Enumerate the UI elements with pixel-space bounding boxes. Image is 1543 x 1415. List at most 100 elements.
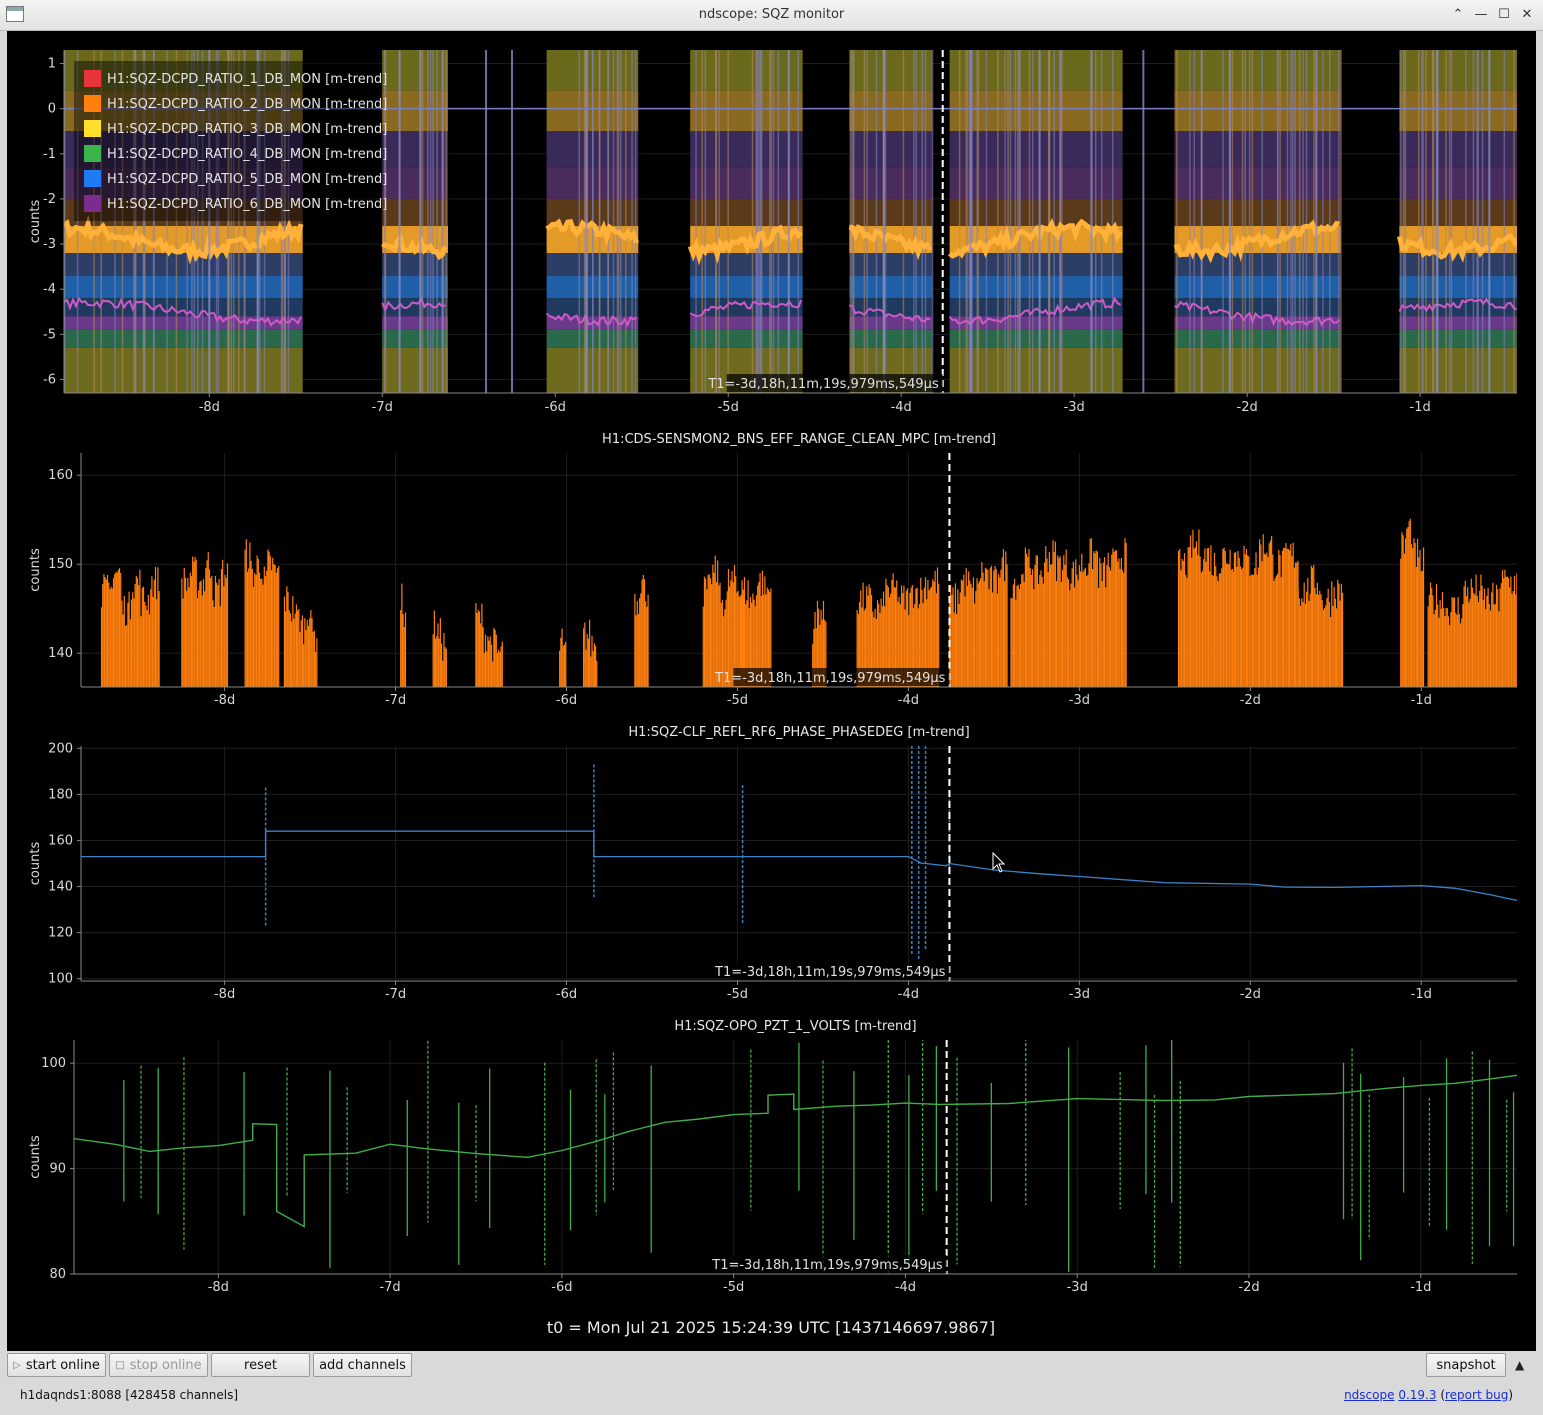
x-tick-label: -6d (545, 400, 566, 415)
data-strip (1031, 50, 1034, 393)
data-band (690, 167, 803, 199)
data-strip (701, 50, 703, 393)
close-icon[interactable]: ✕ (1517, 5, 1537, 25)
minimize-icon[interactable]: — (1471, 5, 1491, 25)
expand-panel-icon[interactable]: ▲ (1515, 1358, 1524, 1372)
data-band (690, 131, 803, 168)
x-tick-label: -2d (1238, 1280, 1259, 1295)
plot-panel-2: H1:CDS-SENSMON2_BNS_EFF_RANGE_CLEAN_MPC … (28, 432, 1517, 708)
y-tick-label: -4 (43, 282, 56, 297)
x-tick-label: -8d (199, 400, 220, 415)
x-tick-label: -6d (551, 1280, 572, 1295)
data-strip (1286, 50, 1289, 393)
data-strip (1340, 50, 1342, 393)
reset-label: reset (244, 1357, 277, 1373)
stop-icon: □ (115, 1359, 125, 1371)
data-strip (432, 50, 434, 393)
y-tick-label: 200 (48, 741, 73, 756)
data-band (64, 253, 303, 276)
x-tick-label: -3d (1067, 1280, 1088, 1295)
data-band (382, 167, 449, 199)
mouse-pointer-icon (992, 851, 1006, 873)
data-strip (913, 50, 915, 393)
data-band (382, 316, 449, 330)
start-online-button[interactable]: ▷ start online (7, 1353, 106, 1377)
x-tick-label: -5d (718, 400, 739, 415)
version-link[interactable]: 0.19.3 (1398, 1388, 1436, 1402)
series-line (74, 1074, 1517, 1228)
x-tick-label: -7d (379, 1280, 400, 1295)
data-strip (578, 50, 581, 393)
report-bug-link[interactable]: report bug (1445, 1388, 1508, 1402)
data-strip (1094, 50, 1097, 393)
data-strip (1302, 50, 1304, 393)
y-tick-label: 160 (48, 833, 73, 848)
data-strip (1422, 50, 1424, 393)
data-strip (1322, 50, 1324, 393)
data-band (64, 275, 303, 299)
data-strip (997, 50, 999, 393)
data-strip (875, 50, 878, 393)
data-strip (1007, 50, 1009, 393)
data-strip (1231, 50, 1234, 393)
data-strip (770, 50, 773, 393)
x-tick-label: -7d (385, 693, 406, 708)
data-strip (1019, 50, 1021, 393)
data-strip (1222, 50, 1224, 393)
snapshot-button[interactable]: snapshot (1426, 1353, 1506, 1377)
x-tick-label: -4d (898, 987, 919, 1002)
t0-label: t0 = Mon Jul 21 2025 15:24:39 UTC [14371… (547, 1318, 995, 1337)
data-band (382, 275, 449, 299)
y-tick-label: -6 (43, 372, 56, 387)
x-tick-label: -2d (1237, 400, 1258, 415)
data-strip (958, 50, 961, 393)
y-tick-label: 1 (48, 57, 56, 72)
data-strip (1100, 50, 1103, 393)
x-tick-label: -4d (895, 1280, 916, 1295)
x-tick-label: -1d (1410, 400, 1431, 415)
data-strip (715, 50, 717, 393)
x-tick-label: -5d (723, 1280, 744, 1295)
x-tick-label: -6d (556, 987, 577, 1002)
data-strip (1290, 50, 1292, 393)
maximize-icon[interactable]: ☐ (1494, 5, 1514, 25)
chevron-up-icon[interactable]: ⌃ (1448, 5, 1468, 25)
data-strip (777, 50, 780, 393)
data-strip (634, 50, 637, 393)
data-strip (607, 50, 610, 393)
data-strip (445, 50, 447, 393)
data-band (690, 316, 803, 330)
data-strip (1201, 50, 1203, 393)
cursor-label-text: T1=-3d,18h,11m,19s,979ms,549µs (714, 965, 946, 980)
snapshot-label: snapshot (1436, 1357, 1496, 1373)
y-tick-label: -1 (43, 147, 56, 162)
cursor-label: T1=-3d,18h,11m,19s,979ms,549µs (714, 962, 950, 980)
ndscope-link[interactable]: ndscope (1344, 1388, 1394, 1402)
data-band (949, 347, 1123, 393)
plot-data (81, 746, 1517, 961)
data-band (690, 90, 803, 132)
data-strip (1465, 50, 1467, 393)
data-strip (1251, 50, 1254, 393)
data-strip (772, 50, 775, 393)
data-strip (1261, 50, 1263, 393)
data-strip (1279, 50, 1281, 393)
plot-area[interactable]: T1=-3d,18h,11m,19s,979ms,549µs 1 0 -1 -2 -3 -4… (7, 31, 1536, 1351)
data-strip (1513, 50, 1515, 393)
data-strip (976, 50, 978, 393)
reset-button[interactable]: reset (211, 1353, 310, 1377)
data-strip (966, 50, 969, 393)
stop-online-button[interactable]: □ stop online (109, 1353, 208, 1377)
add-channels-button[interactable]: add channels (313, 1353, 412, 1377)
plots-canvas[interactable]: T1=-3d,18h,11m,19s,979ms,549µs 1 0 -1 -2 -3 -4… (7, 31, 1536, 1351)
data-band (1399, 167, 1517, 199)
data-strip (1294, 50, 1296, 393)
data-strip (1292, 50, 1294, 393)
data-strip (1448, 50, 1451, 393)
data-strip (1111, 50, 1114, 393)
data-strip (1189, 50, 1191, 393)
data-strip (1244, 50, 1246, 393)
data-strip (1061, 50, 1063, 393)
data-strip (1298, 50, 1301, 393)
data-strip (1445, 50, 1447, 393)
